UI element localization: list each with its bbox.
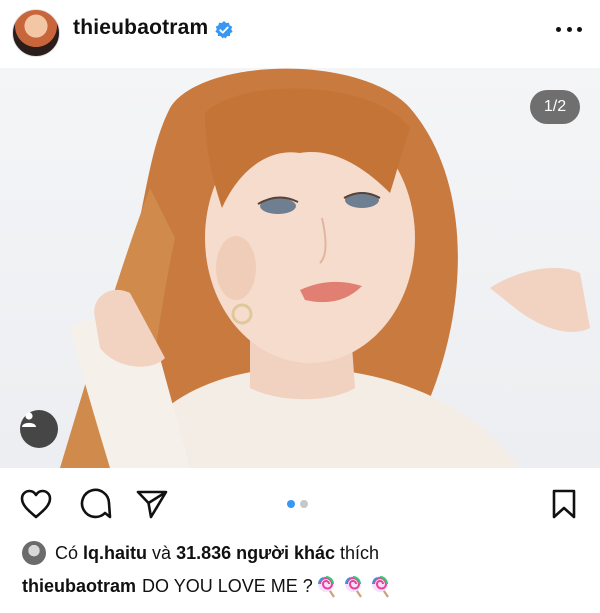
action-bar	[0, 478, 600, 532]
bookmark-icon[interactable]	[546, 486, 582, 522]
post-caption: thieubaotram DO YOU LOVE ME ?	[22, 574, 394, 598]
likes-count[interactable]: 31.836 người khác	[176, 543, 335, 564]
caption-username[interactable]: thieubaotram	[22, 576, 136, 597]
photo-counter: 1/2	[530, 90, 580, 124]
share-icon[interactable]	[134, 486, 170, 522]
lollipop-icon	[344, 576, 362, 598]
post-header: thieubaotram	[0, 0, 600, 64]
lollipop-icon	[371, 576, 389, 598]
likes-suffix: thích	[340, 542, 380, 563]
likes-summary[interactable]: Có lq.haitu và 31.836 người khác thích	[22, 540, 379, 566]
carousel-dot-active	[287, 500, 295, 508]
likes-connector: và	[152, 542, 172, 563]
likes-prefix: Có	[55, 542, 79, 563]
heart-icon[interactable]	[18, 486, 54, 522]
profile-avatar[interactable]	[12, 9, 60, 57]
liker-avatar	[22, 541, 46, 565]
photo-tag-icon[interactable]	[20, 410, 58, 448]
more-options-icon[interactable]	[556, 18, 582, 40]
carousel-dot	[300, 500, 308, 508]
comment-icon[interactable]	[78, 486, 114, 522]
carousel-indicator	[287, 500, 308, 508]
caption-text: DO YOU LOVE ME ?	[142, 575, 313, 596]
post-photo[interactable]: 1/2	[0, 68, 600, 468]
lollipop-icon	[317, 576, 335, 598]
post-username[interactable]: thieubaotram	[73, 16, 208, 40]
verified-badge-icon	[215, 21, 233, 39]
liker-username[interactable]: lq.haitu	[83, 543, 147, 564]
portrait-illustration	[60, 68, 590, 468]
